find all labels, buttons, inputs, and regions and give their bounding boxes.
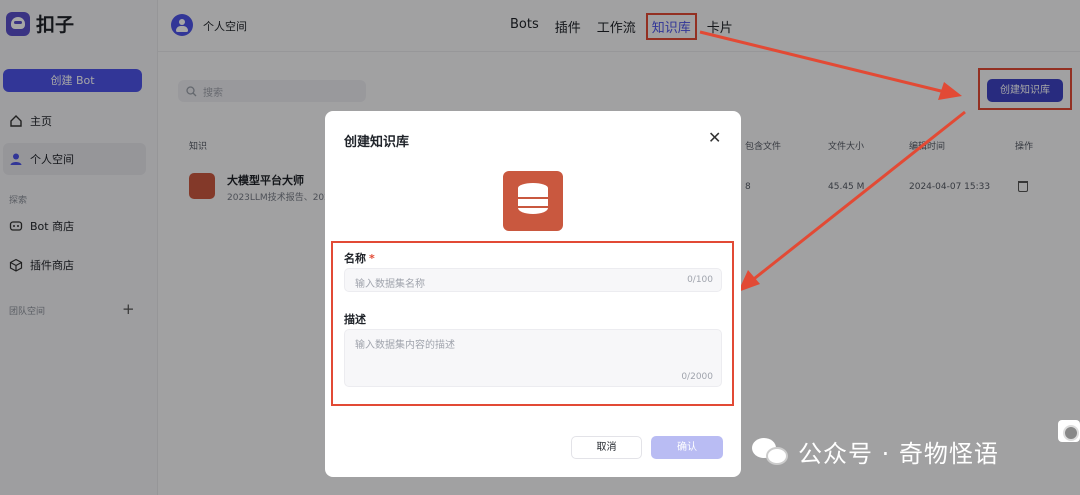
confirm-button[interactable]: 确认 bbox=[651, 436, 723, 459]
cancel-button[interactable]: 取消 bbox=[571, 436, 642, 459]
name-placeholder: 输入数据集名称 bbox=[355, 279, 425, 290]
create-knowledge-dialog: 创建知识库 ✕ 名称 * 输入数据集名称 0/100 描述 输入数据集内容的描述 … bbox=[325, 111, 741, 477]
dialog-title: 创建知识库 bbox=[344, 135, 410, 150]
wechat-watermark: 公众号 · 奇物怪语 bbox=[752, 434, 999, 469]
name-label-text: 名称 bbox=[344, 252, 366, 265]
arrowhead bbox=[738, 270, 760, 292]
description-label: 描述 bbox=[344, 313, 366, 326]
arrow-to-create-button bbox=[699, 30, 946, 94]
description-placeholder: 输入数据集内容的描述 bbox=[355, 340, 455, 351]
watermark-text: 公众号 · 奇物怪语 bbox=[798, 440, 999, 468]
close-icon[interactable]: ✕ bbox=[708, 128, 721, 147]
description-counter: 0/2000 bbox=[681, 372, 713, 382]
database-line bbox=[518, 197, 548, 199]
database-line bbox=[518, 206, 548, 208]
wechat-icon bbox=[752, 437, 790, 466]
name-counter: 0/100 bbox=[687, 275, 713, 285]
database-top bbox=[518, 183, 548, 193]
arrow-to-form bbox=[749, 110, 966, 284]
floating-tool-icon[interactable] bbox=[1058, 420, 1080, 442]
name-label: 名称 * bbox=[344, 250, 375, 266]
database-icon[interactable] bbox=[503, 171, 563, 231]
required-mark: * bbox=[369, 252, 375, 265]
arrowhead bbox=[938, 82, 962, 100]
description-textarea[interactable]: 输入数据集内容的描述 0/2000 bbox=[344, 329, 722, 387]
name-input[interactable]: 输入数据集名称 0/100 bbox=[344, 268, 722, 292]
